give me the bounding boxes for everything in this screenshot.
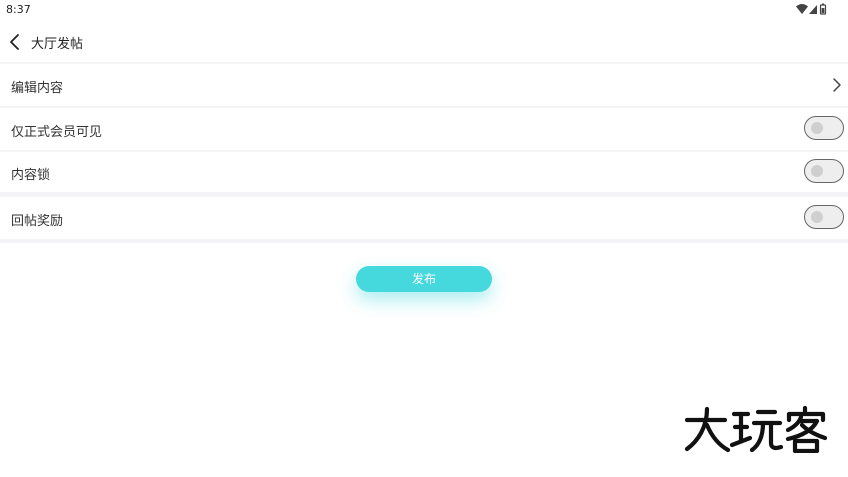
back-button[interactable] [5,31,25,53]
back-arrow-icon [10,34,19,50]
toggle-knob [811,165,823,177]
status-bar: 8:37 [0,0,848,20]
row-members-only: 仅正式会员可见 [0,108,848,150]
page-title: 大厅发帖 [31,37,84,52]
battery-icon [819,3,827,15]
reply-reward-toggle[interactable] [804,205,844,229]
chevron-right-icon [833,78,841,92]
content-lock-toggle[interactable] [804,159,844,183]
publish-button[interactable]: 发布 [356,266,492,292]
row-content-lock: 内容锁 [0,152,848,192]
watermark-logo [684,405,828,453]
row-label-edit-content: 编辑内容 [11,81,64,96]
section-divider [0,239,848,243]
signal-icon [809,5,817,14]
status-icons [796,3,828,15]
row-label-reply-reward: 回帖奖励 [11,214,64,229]
app-bar: 大厅发帖 [0,22,848,62]
toggle-knob [811,211,823,223]
row-label-members-only: 仅正式会员可见 [11,125,103,140]
row-label-content-lock: 内容锁 [11,168,51,183]
members-only-toggle[interactable] [804,116,844,140]
row-reply-reward: 回帖奖励 [0,197,848,239]
toggle-knob [811,122,823,134]
status-time: 8:37 [6,3,31,16]
row-edit-content[interactable]: 编辑内容 [0,64,848,106]
wifi-icon [796,4,808,14]
